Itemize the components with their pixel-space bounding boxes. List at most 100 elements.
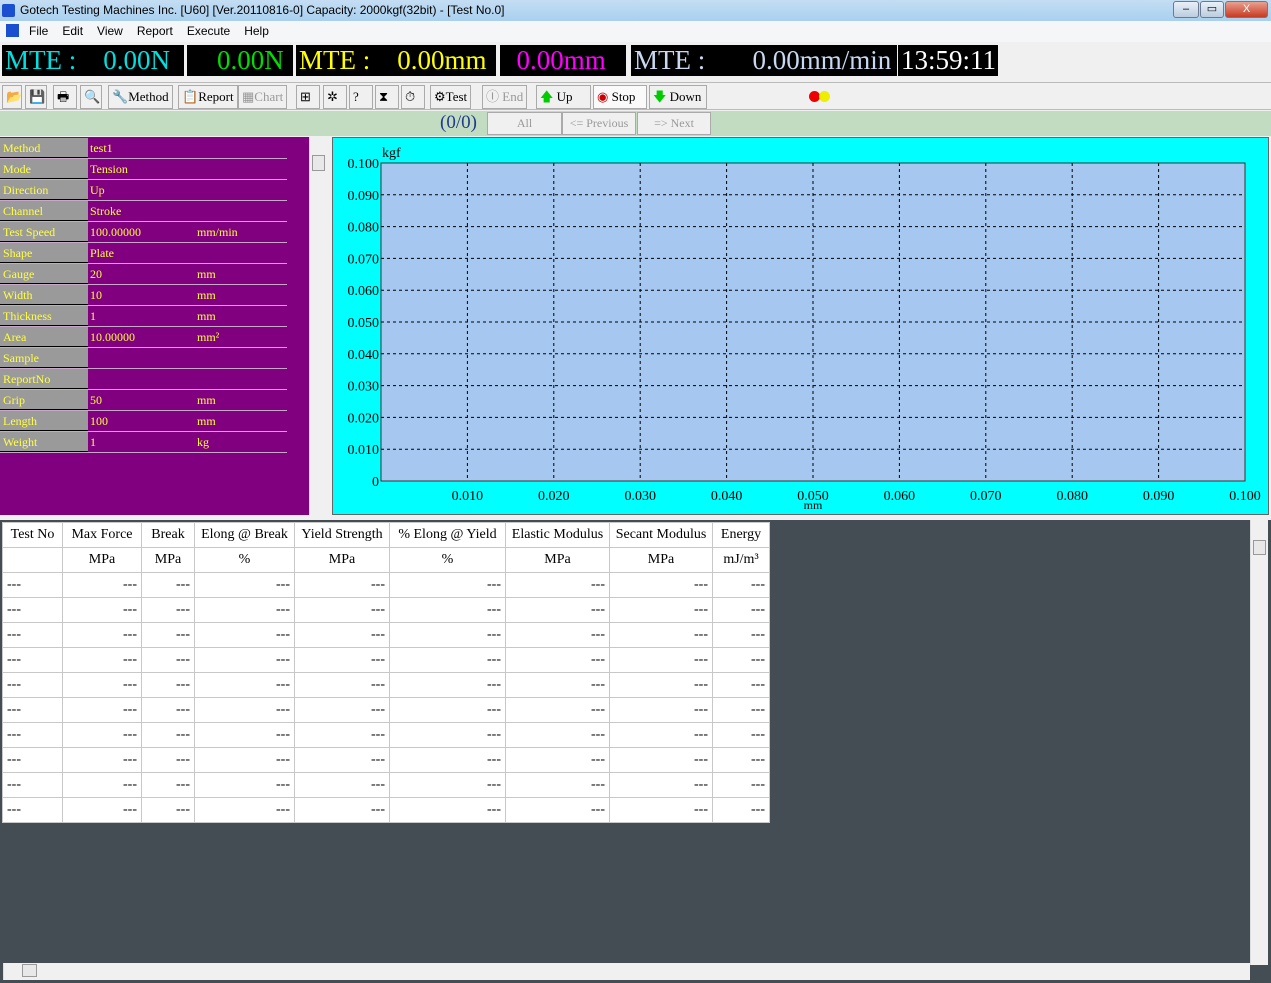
- table-row[interactable]: --- --- --- --- --- --- --- --- ---: [2, 772, 770, 798]
- next-button[interactable]: => Next: [637, 112, 711, 135]
- param-row-direction[interactable]: Direction Up: [0, 180, 287, 201]
- table-cell: ---: [194, 647, 295, 673]
- column-header[interactable]: % Elong @ Yield: [389, 522, 506, 548]
- all-button[interactable]: All: [487, 112, 562, 135]
- hourglass-icon[interactable]: ⧗: [375, 85, 399, 109]
- table-row[interactable]: --- --- --- --- --- --- --- --- ---: [2, 622, 770, 648]
- param-row-shape[interactable]: Shape Plate: [0, 243, 287, 264]
- column-header[interactable]: Test No: [2, 522, 63, 548]
- report-button[interactable]: 📋Report: [178, 85, 238, 109]
- x-tick-label: 0.080: [1056, 489, 1088, 504]
- param-value[interactable]: Tension: [90, 159, 128, 179]
- column-header[interactable]: Secant Modulus: [609, 522, 713, 548]
- param-value[interactable]: 50: [90, 390, 102, 410]
- param-value[interactable]: 100: [90, 411, 108, 431]
- print-icon[interactable]: 🖶: [53, 85, 77, 109]
- table-row[interactable]: --- --- --- --- --- --- --- --- ---: [2, 647, 770, 673]
- param-value[interactable]: Up: [90, 180, 105, 200]
- method-button[interactable]: 🔧Method: [108, 85, 173, 109]
- param-row-test-speed[interactable]: Test Speed 100.00000 mm/min: [0, 222, 287, 243]
- param-row-reportno[interactable]: ReportNo: [0, 369, 287, 390]
- help-icon[interactable]: ?: [349, 85, 373, 109]
- save-icon[interactable]: 💾: [25, 85, 47, 109]
- table-row[interactable]: --- --- --- --- --- --- --- --- ---: [2, 572, 770, 598]
- test-button[interactable]: ⚙Test: [430, 85, 472, 109]
- menu-file[interactable]: File: [29, 24, 48, 38]
- table-cell: ---: [505, 622, 610, 648]
- param-value[interactable]: test1: [90, 138, 113, 158]
- param-value[interactable]: Stroke: [90, 201, 121, 221]
- table-row[interactable]: --- --- --- --- --- --- --- --- ---: [2, 722, 770, 748]
- param-value[interactable]: 1: [90, 432, 96, 452]
- grid-icon[interactable]: ⊞: [296, 85, 320, 109]
- up-button[interactable]: 🡅 Up: [536, 85, 591, 109]
- table-cell: ---: [141, 672, 195, 698]
- param-row-length[interactable]: Length 100 mm: [0, 411, 287, 432]
- results-hscrollbar[interactable]: [3, 963, 1250, 980]
- menu-help[interactable]: Help: [244, 24, 269, 38]
- table-cell: ---: [609, 722, 713, 748]
- menu-view[interactable]: View: [97, 24, 123, 38]
- column-header[interactable]: Max Force: [62, 522, 142, 548]
- param-value[interactable]: Plate: [90, 243, 114, 263]
- unit-row: MPa MPa% MPa% MPa MPa mJ/m³: [2, 547, 770, 573]
- restore-button[interactable]: ▭: [1200, 1, 1224, 18]
- param-row-sample[interactable]: Sample: [0, 348, 287, 369]
- down-button[interactable]: 🡇 Down: [649, 85, 707, 109]
- table-cell: ---: [62, 722, 142, 748]
- record-counter: (0/0): [440, 112, 477, 133]
- table-cell: ---: [505, 672, 610, 698]
- parameters-scrollbar[interactable]: [309, 137, 327, 515]
- y-tick-label: 0: [372, 475, 379, 490]
- param-row-weight[interactable]: Weight 1 kg: [0, 432, 287, 453]
- table-cell: ---: [712, 772, 770, 798]
- table-row[interactable]: --- --- --- --- --- --- --- --- ---: [2, 672, 770, 698]
- param-value[interactable]: 1: [90, 306, 96, 326]
- minimize-button[interactable]: –: [1173, 1, 1199, 18]
- table-cell: ---: [194, 797, 295, 823]
- param-row-thickness[interactable]: Thickness 1 mm: [0, 306, 287, 327]
- table-cell: ---: [609, 647, 713, 673]
- param-row-area[interactable]: Area 10.00000 mm²: [0, 327, 287, 348]
- table-cell: ---: [294, 747, 390, 773]
- search-icon[interactable]: 🔍: [80, 85, 102, 109]
- y-tick-label: 0.020: [348, 411, 380, 426]
- column-header[interactable]: Elong @ Break: [194, 522, 295, 548]
- x-tick-label: 0.030: [624, 489, 656, 504]
- param-value[interactable]: 10: [90, 285, 102, 305]
- tools-icon[interactable]: ✲: [323, 85, 347, 109]
- param-value[interactable]: 100.00000: [90, 222, 141, 242]
- timer-icon[interactable]: ⏱: [401, 85, 425, 109]
- column-header[interactable]: Energy: [712, 522, 770, 548]
- menu-execute[interactable]: Execute: [187, 24, 230, 38]
- menu-edit[interactable]: Edit: [62, 24, 83, 38]
- previous-button[interactable]: <= Previous: [562, 112, 636, 135]
- table-cell: ---: [2, 797, 63, 823]
- column-header[interactable]: Yield Strength: [294, 522, 390, 548]
- param-value[interactable]: 20: [90, 264, 102, 284]
- column-header[interactable]: Break: [141, 522, 195, 548]
- param-row-gauge[interactable]: Gauge 20 mm: [0, 264, 287, 285]
- results-vscrollbar[interactable]: [1250, 520, 1268, 965]
- chart-button[interactable]: ▦Chart: [238, 85, 288, 109]
- close-button[interactable]: X: [1225, 1, 1268, 18]
- menu-report[interactable]: Report: [137, 24, 173, 38]
- param-label: Sample: [0, 348, 88, 368]
- table-row[interactable]: --- --- --- --- --- --- --- --- ---: [2, 747, 770, 773]
- param-unit: mm²: [197, 330, 220, 344]
- param-row-channel[interactable]: Channel Stroke: [0, 201, 287, 222]
- param-row-width[interactable]: Width 10 mm: [0, 285, 287, 306]
- column-header[interactable]: Elastic Modulus: [505, 522, 610, 548]
- status-light-yellow-icon: [819, 91, 830, 102]
- param-row-method[interactable]: Method test1: [0, 138, 287, 159]
- table-cell: ---: [141, 647, 195, 673]
- table-row[interactable]: --- --- --- --- --- --- --- --- ---: [2, 597, 770, 623]
- end-button[interactable]: Ⓘ End: [482, 85, 528, 109]
- param-row-mode[interactable]: Mode Tension: [0, 159, 287, 180]
- open-icon[interactable]: 📂: [2, 85, 22, 109]
- stop-button[interactable]: ◉ Stop: [593, 85, 647, 109]
- table-row[interactable]: --- --- --- --- --- --- --- --- ---: [2, 697, 770, 723]
- param-row-grip[interactable]: Grip 50 mm: [0, 390, 287, 411]
- table-row[interactable]: --- --- --- --- --- --- --- --- ---: [2, 797, 770, 823]
- param-value[interactable]: 10.00000: [90, 327, 135, 347]
